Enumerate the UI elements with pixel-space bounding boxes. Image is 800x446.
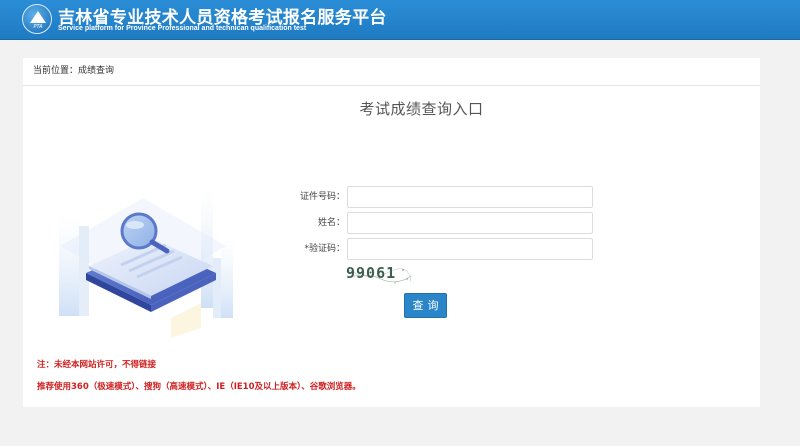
id-number-input[interactable]	[347, 186, 593, 208]
captcha-input[interactable]	[347, 238, 593, 260]
main-panel: 当前位置：成绩查询 考试成绩查询入口 证件号码： 姓名： *验证码： 99061…	[23, 58, 760, 407]
site-subtitle: Service platform for Province Profession…	[58, 25, 307, 32]
id-number-label: 证件号码：	[299, 192, 345, 202]
captcha-text: 99061	[346, 264, 397, 282]
name-input[interactable]	[347, 212, 593, 234]
site-header: PTA 吉林省专业技术人员资格考试报名服务平台 Service platform…	[0, 0, 800, 40]
search-illustration-icon	[59, 188, 233, 338]
site-logo-icon: PTA	[22, 4, 52, 34]
query-button[interactable]: 查询	[404, 293, 447, 318]
name-label: 姓名：	[317, 218, 345, 228]
browser-recommendation: 推荐使用360（极速模式）、搜狗（高速模式）、IE（IE10及以上版本）、谷歌浏…	[37, 382, 361, 392]
breadcrumb: 当前位置：成绩查询	[23, 58, 760, 86]
logo-text: PTA	[33, 24, 43, 30]
page-title: 考试成绩查询入口	[359, 100, 484, 118]
captcha-image[interactable]: 99061	[345, 264, 413, 286]
captcha-label: *验证码：	[304, 244, 345, 254]
link-notice: 注：未经本网站许可，不得链接	[37, 360, 157, 370]
